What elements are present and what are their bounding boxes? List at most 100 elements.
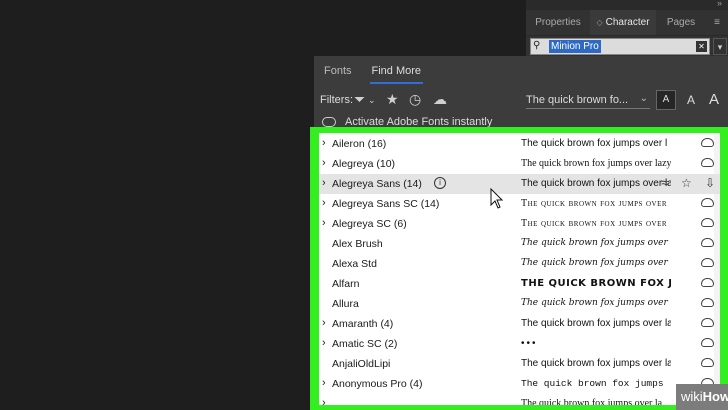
expand-chevron-icon[interactable]: › — [322, 197, 326, 209]
panel-menu-icon[interactable]: ≡ — [706, 10, 728, 35]
font-search-value[interactable]: Minion Pro — [549, 40, 601, 53]
cloud-icon[interactable] — [701, 278, 714, 287]
wikihow-watermark: wikiHow — [676, 384, 728, 410]
font-preview: The quick brown fox jumps over — [521, 218, 668, 229]
recent-clock-icon[interactable]: ◷ — [409, 91, 421, 108]
font-name: AnjaliOldLipi — [332, 358, 391, 370]
font-preview: ••• — [521, 338, 538, 349]
creative-cloud-icon — [322, 117, 336, 128]
cloud-icon[interactable] — [701, 358, 714, 367]
font-search-field[interactable]: ⚲ Minion Pro ✕ — [530, 38, 710, 55]
font-list-row[interactable]: › Alegreya SC (6) The quick brown fox jump… — [319, 214, 720, 234]
cloud-icon[interactable] — [701, 238, 714, 247]
preview-size-small-button[interactable]: A — [656, 90, 676, 110]
font-list-row[interactable]: › Alegreya Sans (14) The quick brown fox j… — [319, 174, 720, 194]
font-name: Alegreya (10) — [332, 158, 396, 170]
font-name: Alfarn — [332, 278, 360, 290]
cloud-icon[interactable] — [701, 258, 714, 267]
expand-chevron-icon[interactable]: › — [322, 137, 326, 149]
preview-size-medium-button[interactable]: A — [684, 90, 698, 110]
tab-find-more[interactable]: Find More — [362, 56, 432, 86]
font-list-row[interactable]: Alexa Std The quick brown fox jumps over … — [319, 254, 720, 274]
font-preview: The quick brown fox jumps over la — [521, 358, 671, 369]
tab-character[interactable]: ◇ Character — [590, 10, 656, 35]
cloud-icon[interactable] — [701, 138, 714, 147]
font-list-row[interactable]: › The quick brown fox jumps over la — [319, 394, 720, 405]
font-name: Alegreya Sans SC (14) — [332, 198, 440, 210]
tab-pages[interactable]: Pages — [656, 10, 706, 35]
font-preview: The quick brown fox jumps over lazy dog. — [521, 238, 671, 248]
activate-cloud-icon[interactable]: ⇩ — [705, 176, 715, 190]
font-preview: The quick brown fox jumps over lazy dog. — [521, 298, 671, 308]
font-name: Aileron (16) — [332, 138, 387, 150]
preview-size-large-button[interactable]: A — [706, 90, 722, 110]
chevron-down-icon: ⌄ — [639, 93, 648, 104]
tab-fonts[interactable]: Fonts — [314, 56, 362, 86]
font-name: Allura — [332, 298, 359, 310]
font-name: Alegreya SC (6) — [332, 218, 407, 230]
font-list-row[interactable]: › Aileron (16) The quick brown fox jumps o… — [319, 134, 720, 154]
cloud-icon[interactable] — [701, 198, 714, 207]
font-preview: The quick brown fox jumps over lazy dog. — [521, 258, 671, 268]
font-preview: The quick brown fox jumps — [521, 378, 664, 389]
expand-chevron-icon[interactable]: › — [322, 397, 326, 405]
collapse-panels-icon[interactable]: » — [717, 0, 722, 8]
tab-properties[interactable]: Properties — [526, 10, 590, 35]
filters-label: Filters: — [320, 94, 353, 106]
font-preview: The quick brown fox jumps over la — [521, 398, 663, 405]
font-list-row[interactable]: › Amaranth (4) The quick brown fox jumps o… — [319, 314, 720, 334]
expand-chevron-icon[interactable]: › — [322, 377, 326, 389]
watermark-how: How — [702, 389, 728, 404]
font-list: › Aileron (16) The quick brown fox jumps o… — [319, 133, 720, 405]
character-panel: » Properties ◇ Character Pages ≡ ⚲ Minio… — [526, 0, 728, 60]
tab-character-label: Character — [605, 17, 650, 28]
font-preview: The quick brown fox jumps over lazy — [521, 158, 671, 169]
font-preview: The quick brown fox jumps over la — [521, 178, 671, 189]
font-list-row[interactable]: Allura The quick brown fox jumps over laz… — [319, 294, 720, 314]
font-name: Anonymous Pro (4) — [332, 378, 423, 390]
chevron-down-icon[interactable]: ⌄ — [368, 95, 376, 106]
font-preview: THE QUICK BROWN FOX JUMF — [521, 278, 671, 289]
tab-grip-icon: ◇ — [596, 18, 603, 27]
font-list-row[interactable]: › Alegreya (10) The quick brown fox jumps … — [319, 154, 720, 174]
expand-chevron-icon[interactable]: › — [322, 157, 326, 169]
font-list-row[interactable]: › Alegreya Sans SC (14) The quick brown fo… — [319, 194, 720, 214]
watermark-wiki: wiki — [681, 389, 703, 404]
favorite-star-icon[interactable]: ☆ — [681, 176, 692, 190]
font-list-row[interactable]: Alex Brush The quick brown fox jumps over… — [319, 234, 720, 254]
font-list-row[interactable]: AnjaliOldLipi The quick brown fox jumps o… — [319, 354, 720, 374]
expand-chevron-icon[interactable]: › — [322, 317, 326, 329]
show-similar-icon[interactable]: ≈ — [661, 175, 668, 190]
font-preview: The quick brown fox jumps over la — [521, 318, 671, 329]
font-list-row[interactable]: › Anonymous Pro (4) The quick brown fox ju… — [319, 374, 720, 394]
info-icon[interactable]: i — [434, 177, 446, 189]
similar-fonts-icon[interactable]: ☁ — [433, 91, 447, 108]
cloud-icon[interactable] — [701, 298, 714, 307]
font-name: Amaranth (4) — [332, 318, 394, 330]
font-family-dropdown[interactable]: ▾ — [713, 38, 727, 55]
cloud-icon[interactable] — [701, 158, 714, 167]
font-list-row[interactable]: Alfarn THE QUICK BROWN FOX JUMF — [319, 274, 720, 294]
font-name: Amatic SC (2) — [332, 338, 398, 350]
cloud-icon[interactable] — [701, 318, 714, 327]
cloud-icon[interactable] — [701, 338, 714, 347]
font-name: Alex Brush — [332, 238, 383, 250]
cloud-icon[interactable] — [701, 218, 714, 227]
filters-bar: Filters: ⏷ ⌄ ★ ◷ ☁ The quick brown fo...… — [314, 90, 728, 112]
font-list-row[interactable]: › Amatic SC (2) ••• — [319, 334, 720, 354]
font-picker-tabs: Fonts Find More — [314, 56, 728, 86]
expand-chevron-icon[interactable]: › — [322, 177, 326, 189]
expand-chevron-icon[interactable]: › — [322, 217, 326, 229]
star-icon[interactable]: ★ — [386, 91, 399, 108]
panel-top-strip: » — [526, 0, 728, 10]
filter-funnel-icon[interactable]: ⏷ — [354, 91, 365, 108]
expand-chevron-icon[interactable]: › — [322, 337, 326, 349]
panel-tabs: Properties ◇ Character Pages ≡ — [526, 10, 728, 36]
clear-icon[interactable]: ✕ — [696, 41, 707, 52]
font-preview: The quick brown fox jumps over — [521, 198, 668, 209]
search-icon: ⚲ — [533, 40, 541, 51]
font-name: Alexa Std — [332, 258, 377, 270]
preview-text-value: The quick brown fo... — [526, 94, 629, 106]
preview-text-select[interactable]: The quick brown fo... ⌄ — [526, 91, 650, 109]
font-preview: The quick brown fox jumps over l — [521, 138, 668, 149]
